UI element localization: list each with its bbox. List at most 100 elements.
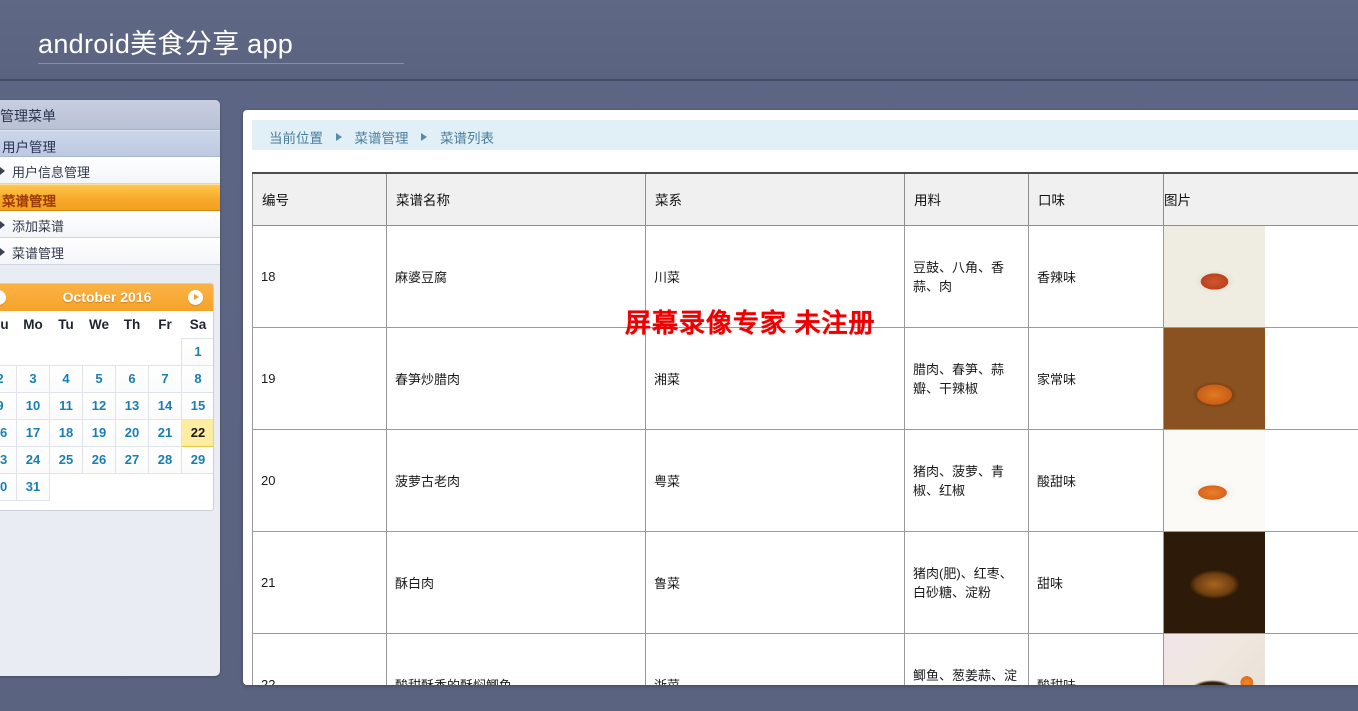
calendar-day-24[interactable]: 24: [16, 445, 50, 474]
table-row[interactable]: 21 酥白肉 鲁菜 猪肉(肥)、红枣、白砂糖、淀粉 甜味: [252, 530, 1358, 634]
column-header-5[interactable]: 图片: [1163, 172, 1358, 226]
column-header-1[interactable]: 菜谱名称: [386, 172, 646, 226]
cell-taste: 酸甜味: [1028, 632, 1164, 685]
calendar-week-row: 16171819202122: [0, 418, 213, 447]
calendar-day-18[interactable]: 18: [49, 418, 83, 447]
calendar-grid: SuMoTuWeThFrSa 1234567891011121314151617…: [0, 311, 214, 501]
sidebar-group-0[interactable]: 用户管理: [0, 130, 220, 157]
calendar-day-2[interactable]: 2: [0, 364, 17, 393]
breadcrumb-item-0[interactable]: 当前位置: [269, 131, 323, 146]
sidebar-item-1-1[interactable]: 菜谱管理: [0, 238, 220, 265]
recipe-table-body: 18 麻婆豆腐 川菜 豆鼓、八角、香蒜、肉 香辣味 19 春笋炒腊肉 湘菜 腊肉、春笋、蒜瓣、干…: [252, 224, 1358, 685]
calendar-day-11[interactable]: 11: [49, 391, 83, 420]
title-underline: [38, 63, 404, 64]
column-header-0[interactable]: 编号: [252, 172, 387, 226]
sidebar-item-0-0[interactable]: 用户信息管理: [0, 157, 220, 184]
calendar-empty-cell: [149, 473, 182, 500]
calendar-weekday-5: Fr: [148, 311, 182, 338]
cell-taste: 酸甜味: [1028, 428, 1164, 532]
calendar-day-22[interactable]: 22: [181, 418, 213, 447]
cell-taste: 香辣味: [1028, 224, 1164, 328]
sidebar-item-label: 菜谱管理: [12, 246, 65, 261]
calendar-day-27[interactable]: 27: [115, 445, 149, 474]
mapo-tofu-photo: [1164, 225, 1265, 327]
app-title: android美食分享 app: [38, 29, 294, 59]
cell-ingredients: 猪肉、菠萝、青椒、红椒: [904, 428, 1029, 532]
calendar-next-month-icon[interactable]: [188, 290, 203, 305]
crispy-pork-photo: [1164, 531, 1265, 633]
chevron-right-icon: [0, 167, 5, 175]
calendar-day-12[interactable]: 12: [82, 391, 116, 420]
cell-ingredients: 腊肉、春笋、蒜瓣、干辣椒: [904, 326, 1029, 430]
recipe-table: 编号 菜谱名称 菜系 用料 口味 图片 18 麻婆豆腐 川菜 豆鼓、八角、香蒜、肉 香辣味 19 春笋…: [252, 172, 1358, 685]
column-header-4[interactable]: 口味: [1028, 172, 1164, 226]
cell-id: 18: [252, 224, 387, 328]
calendar-day-6[interactable]: 6: [115, 364, 149, 393]
cell-id: 22: [252, 632, 387, 685]
cell-image: [1163, 326, 1358, 430]
calendar-day-13[interactable]: 13: [115, 391, 149, 420]
table-row[interactable]: 20 菠萝古老肉 粤菜 猪肉、菠萝、青椒、红椒 酸甜味: [252, 428, 1358, 532]
calendar-week-row: 3031: [0, 472, 214, 501]
breadcrumb-item-2[interactable]: 菜谱列表: [440, 131, 494, 146]
cell-name: 酥白肉: [386, 530, 646, 634]
calendar-day-4[interactable]: 4: [49, 364, 83, 393]
cell-ingredients: 鲫鱼、葱姜蒜、淀粉: [904, 632, 1029, 685]
cell-cuisine: 川菜: [645, 224, 905, 328]
cell-image: [1163, 632, 1358, 685]
cell-id: 21: [252, 530, 387, 634]
calendar-week-row: 9101112131415: [0, 391, 213, 420]
calendar-days-body: 1234567891011121314151617181920212223242…: [0, 337, 214, 501]
chevron-right-icon: [0, 221, 5, 229]
cell-image: [1163, 530, 1358, 634]
calendar-weekday-1: Mo: [16, 311, 50, 338]
column-header-2[interactable]: 菜系: [645, 172, 905, 226]
calendar-day-14[interactable]: 14: [148, 391, 182, 420]
calendar-day-9[interactable]: 9: [0, 391, 17, 420]
sidebar-item-label: 添加菜谱: [12, 219, 65, 234]
calendar-day-21[interactable]: 21: [148, 418, 182, 447]
recipe-table-scroll-area[interactable]: 编号 菜谱名称 菜系 用料 口味 图片 18 麻婆豆腐 川菜 豆鼓、八角、香蒜、肉 香辣味 19 春笋…: [252, 172, 1358, 685]
calendar-day-26[interactable]: 26: [82, 445, 116, 474]
calendar-day-30[interactable]: 30: [0, 472, 17, 501]
calendar-empty-cell: [0, 338, 17, 365]
column-header-3[interactable]: 用料: [904, 172, 1029, 226]
calendar-day-28[interactable]: 28: [148, 445, 182, 474]
cell-ingredients: 豆鼓、八角、香蒜、肉: [904, 224, 1029, 328]
main-content-panel: 当前位置 菜谱管理 菜谱列表 编号 菜谱名称 菜系 用料 口味 图片 18 麻婆豆腐 川菜 豆鼓…: [243, 110, 1358, 685]
app-header: android美食分享 app: [0, 0, 1358, 80]
calendar-day-3[interactable]: 3: [16, 364, 50, 393]
calendar-weekday-3: We: [82, 311, 116, 338]
calendar-day-19[interactable]: 19: [82, 418, 116, 447]
table-row[interactable]: 22酸甜酥香的酥焖鲫鱼浙菜鲫鱼、葱姜蒜、淀粉酸甜味: [252, 632, 1358, 685]
cell-image: [1163, 428, 1358, 532]
cell-cuisine: 鲁菜: [645, 530, 905, 634]
sidebar-group-1[interactable]: 菜谱管理: [0, 184, 220, 211]
calendar-day-1[interactable]: 1: [181, 337, 213, 366]
calendar-widget: October 2016 SuMoTuWeThFrSa 123456789101…: [0, 283, 214, 511]
calendar-day-16[interactable]: 16: [0, 418, 17, 447]
calendar-day-20[interactable]: 20: [115, 418, 149, 447]
cell-ingredients: 猪肉(肥)、红枣、白砂糖、淀粉: [904, 530, 1029, 634]
calendar-week-row: 1: [0, 337, 213, 366]
calendar-day-5[interactable]: 5: [82, 364, 116, 393]
calendar-day-17[interactable]: 17: [16, 418, 50, 447]
calendar-empty-cell: [182, 473, 214, 500]
calendar-day-10[interactable]: 10: [16, 391, 50, 420]
calendar-weekday-4: Th: [115, 311, 149, 338]
calendar-day-25[interactable]: 25: [49, 445, 83, 474]
calendar-empty-cell: [83, 338, 116, 365]
calendar-day-7[interactable]: 7: [148, 364, 182, 393]
calendar-day-31[interactable]: 31: [16, 472, 50, 501]
cell-cuisine: 湘菜: [645, 326, 905, 430]
calendar-day-23[interactable]: 23: [0, 445, 17, 474]
table-row[interactable]: 19 春笋炒腊肉 湘菜 腊肉、春笋、蒜瓣、干辣椒 家常味: [252, 326, 1358, 430]
calendar-day-15[interactable]: 15: [181, 391, 213, 420]
breadcrumb-item-1[interactable]: 菜谱管理: [355, 131, 409, 146]
calendar-day-29[interactable]: 29: [181, 445, 213, 474]
table-row[interactable]: 18 麻婆豆腐 川菜 豆鼓、八角、香蒜、肉 香辣味: [252, 224, 1358, 328]
calendar-day-8[interactable]: 8: [181, 364, 213, 393]
braised-crucian-carp-photo: [1164, 633, 1265, 685]
breadcrumb-separator-icon: [421, 132, 428, 141]
sidebar-item-1-0[interactable]: 添加菜谱: [0, 211, 220, 238]
